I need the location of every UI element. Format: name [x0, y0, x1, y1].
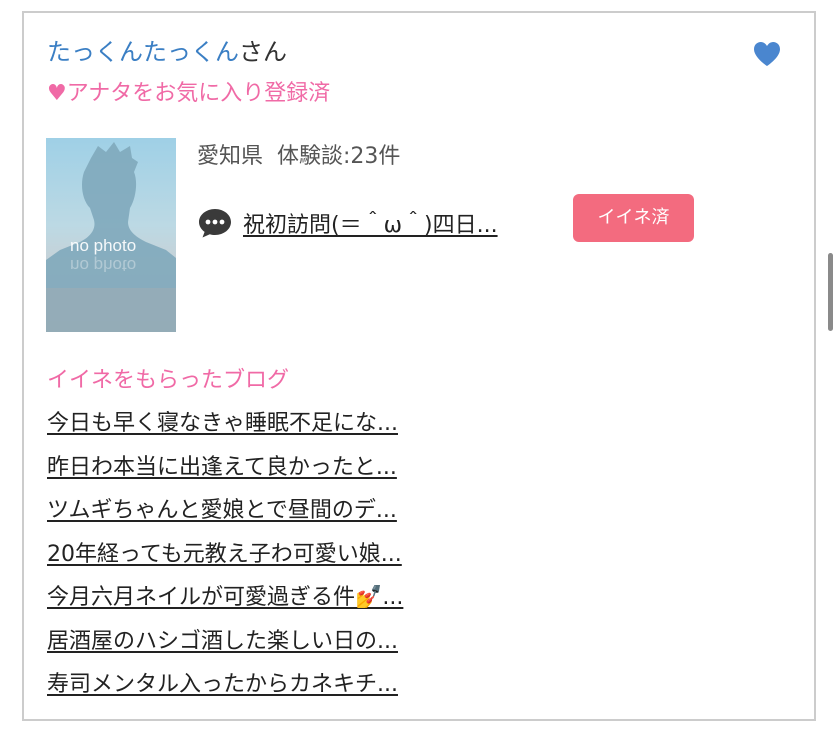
liked-blogs-heading: イイネをもらったブログ [47, 368, 290, 393]
avatar-no-photo[interactable]: no photo no photo [46, 138, 176, 332]
list-item: 寿司メンタル入ったからカネキチ... [47, 669, 403, 713]
list-item: 今日も早く寝なきゃ睡眠不足にな... [47, 408, 403, 452]
latest-review-link[interactable]: 祝初訪問(＝＾ω＾)四日... [243, 207, 498, 239]
review-count-text: 体験談:23件 [277, 144, 401, 169]
list-item: ツムギちゃんと愛娘とで昼間のデ... [47, 495, 403, 539]
blog-link[interactable]: 今日も早く寝なきゃ睡眠不足にな... [47, 411, 398, 436]
user-heading: たっくんたっくんさん [47, 35, 287, 69]
blog-link[interactable]: 昨日わ本当に出逢えて良かったと... [47, 455, 397, 480]
blog-link[interactable]: 居酒屋のハシゴ酒した楽しい日の... [47, 629, 398, 654]
profile-meta: 愛知県 体験談:23件 [197, 141, 400, 173]
list-item: 今月六月ネイルが可愛過ぎる件💅... [47, 582, 403, 626]
user-card: たっくんたっくんさん ♥アナタをお気に入り登録済 no photo no pho… [22, 11, 816, 721]
blog-link[interactable]: 20年経っても元教え子わ可愛い娘... [47, 542, 402, 567]
user-name-suffix: さん [239, 38, 287, 66]
blog-link[interactable]: 今月六月ネイルが可愛過ぎる件💅... [47, 585, 403, 610]
latest-review-row: 祝初訪問(＝＾ω＾)四日... [197, 203, 498, 243]
blog-link[interactable]: 寿司メンタル入ったからカネキチ... [47, 672, 398, 697]
liked-blogs-list: 今日も早く寝なきゃ睡眠不足にな... 昨日わ本当に出逢えて良かったと... ツム… [47, 408, 403, 713]
avatar-placeholder-reflection: no photo [70, 256, 136, 275]
list-item: 居酒屋のハシゴ酒した楽しい日の... [47, 626, 403, 670]
avatar-placeholder-text: no photo [70, 236, 136, 255]
scrollbar-thumb[interactable] [828, 253, 833, 331]
list-item: 昨日わ本当に出逢えて良かったと... [47, 452, 403, 496]
heart-icon[interactable] [752, 39, 782, 69]
user-name-link[interactable]: たっくんたっくん [47, 38, 239, 66]
blog-link[interactable]: ツムギちゃんと愛娘とで昼間のデ... [47, 498, 397, 523]
prefecture-text: 愛知県 [197, 144, 264, 169]
speech-bubble-icon [199, 209, 231, 238]
list-item: 20年経っても元教え子わ可愛い娘... [47, 539, 403, 583]
favorite-status-text: ♥アナタをお気に入り登録済 [47, 81, 331, 106]
like-done-button[interactable]: イイネ済 [573, 194, 694, 242]
